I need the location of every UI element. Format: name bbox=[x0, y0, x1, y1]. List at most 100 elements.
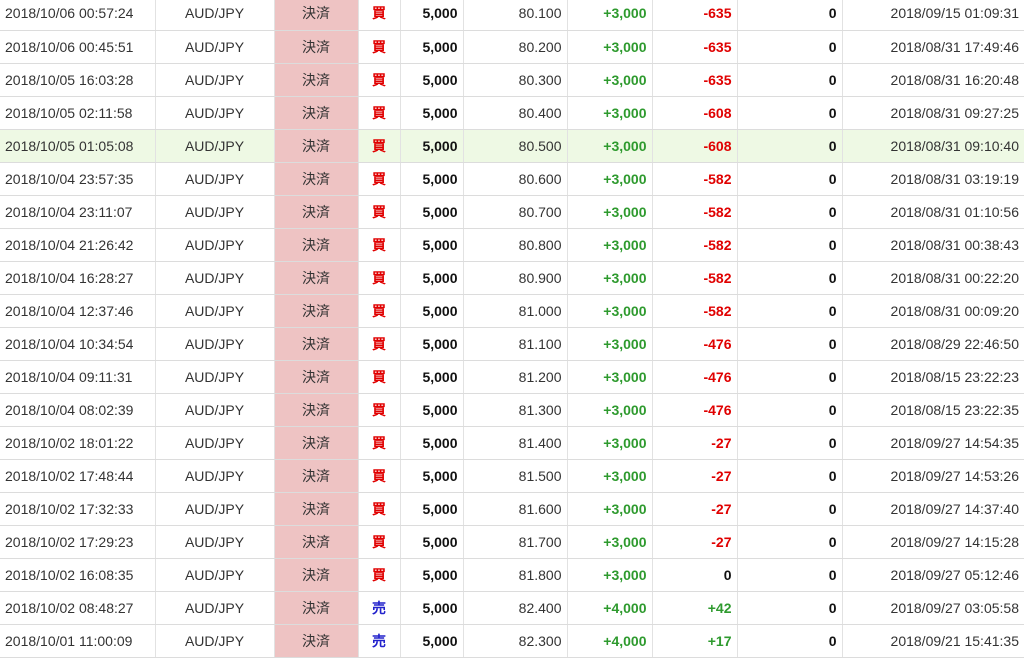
swap-cell: 0 bbox=[737, 0, 843, 31]
price-cell: 81.300 bbox=[463, 393, 568, 427]
quantity-cell: 5,000 bbox=[400, 360, 464, 394]
open-time-cell: 2018/08/31 00:38:43 bbox=[842, 228, 1024, 262]
swap-cell: 0 bbox=[737, 459, 843, 493]
table-row[interactable]: 2018/10/06 00:57:24 AUD/JPY 決済買 5,000 80.100… bbox=[0, 0, 1024, 31]
price-cell: 81.200 bbox=[463, 360, 568, 394]
table-row[interactable]: 2018/10/05 16:03:28 AUD/JPY 決済買 5,000 80.300… bbox=[0, 63, 1024, 97]
buy-sell-cell: 買 bbox=[358, 261, 401, 295]
table-row[interactable]: 2018/10/02 17:48:44 AUD/JPY 決済買 5,000 81.500… bbox=[0, 459, 1024, 493]
trade-type-cell: 決済 bbox=[274, 591, 359, 625]
table-row[interactable]: 2018/10/02 17:32:33 AUD/JPY 決済買 5,000 81.600… bbox=[0, 492, 1024, 526]
settlement-time-cell: 2018/10/05 16:03:28 bbox=[0, 63, 156, 97]
settlement-time-cell: 2018/10/04 08:02:39 bbox=[0, 393, 156, 427]
open-time-cell: 2018/09/27 14:15:28 bbox=[842, 525, 1024, 559]
swap-cell: 0 bbox=[737, 624, 843, 658]
quantity-cell: 5,000 bbox=[400, 195, 464, 229]
open-time-cell: 2018/09/21 15:41:35 bbox=[842, 624, 1024, 658]
table-row[interactable]: 2018/10/05 02:11:58 AUD/JPY 決済買 5,000 80.400… bbox=[0, 96, 1024, 130]
currency-pair-cell: AUD/JPY bbox=[155, 426, 275, 460]
table-row[interactable]: 2018/10/02 08:48:27 AUD/JPY 決済売 5,000 82.400… bbox=[0, 591, 1024, 625]
settlement-time-cell: 2018/10/04 23:11:07 bbox=[0, 195, 156, 229]
swap-cell: 0 bbox=[737, 393, 843, 427]
price-cell: 81.400 bbox=[463, 426, 568, 460]
currency-pair-cell: AUD/JPY bbox=[155, 0, 275, 31]
profit-loss-cell: +17 bbox=[652, 624, 738, 658]
pips-cell: +3,000 bbox=[567, 261, 653, 295]
table-row[interactable]: 2018/10/04 08:02:39 AUD/JPY 決済買 5,000 81.300… bbox=[0, 393, 1024, 427]
settlement-time-cell: 2018/10/04 21:26:42 bbox=[0, 228, 156, 262]
pips-cell: +3,000 bbox=[567, 558, 653, 592]
trade-history-table: 2018/10/06 00:57:24 AUD/JPY 決済買 5,000 80.100… bbox=[0, 0, 1024, 658]
open-time-cell: 2018/08/31 00:09:20 bbox=[842, 294, 1024, 328]
buy-sell-cell: 買 bbox=[358, 96, 401, 130]
currency-pair-cell: AUD/JPY bbox=[155, 129, 275, 163]
price-cell: 81.600 bbox=[463, 492, 568, 526]
price-cell: 80.500 bbox=[463, 129, 568, 163]
swap-cell: 0 bbox=[737, 63, 843, 97]
trade-type-cell: 決済 bbox=[274, 426, 359, 460]
profit-loss-cell: -27 bbox=[652, 492, 738, 526]
trade-type-cell: 決済 bbox=[274, 459, 359, 493]
buy-sell-cell: 買 bbox=[358, 492, 401, 526]
buy-sell-cell: 買 bbox=[358, 195, 401, 229]
trade-type-cell: 決済 bbox=[274, 96, 359, 130]
pips-cell: +3,000 bbox=[567, 162, 653, 196]
table-row[interactable]: 2018/10/04 23:11:07 AUD/JPY 決済買 5,000 80.700… bbox=[0, 195, 1024, 229]
table-row[interactable]: 2018/10/04 16:28:27 AUD/JPY 決済買 5,000 80.900… bbox=[0, 261, 1024, 295]
quantity-cell: 5,000 bbox=[400, 591, 464, 625]
table-row[interactable]: 2018/10/04 10:34:54 AUD/JPY 決済買 5,000 81.100… bbox=[0, 327, 1024, 361]
table-row[interactable]: 2018/10/02 16:08:35 AUD/JPY 決済買 5,000 81.800… bbox=[0, 558, 1024, 592]
pips-cell: +3,000 bbox=[567, 195, 653, 229]
pips-cell: +4,000 bbox=[567, 624, 653, 658]
currency-pair-cell: AUD/JPY bbox=[155, 327, 275, 361]
buy-sell-cell: 買 bbox=[358, 459, 401, 493]
buy-sell-cell: 買 bbox=[358, 558, 401, 592]
open-time-cell: 2018/08/29 22:46:50 bbox=[842, 327, 1024, 361]
trade-type-cell: 決済 bbox=[274, 558, 359, 592]
table-row[interactable]: 2018/10/04 12:37:46 AUD/JPY 決済買 5,000 81.000… bbox=[0, 294, 1024, 328]
swap-cell: 0 bbox=[737, 228, 843, 262]
pips-cell: +3,000 bbox=[567, 459, 653, 493]
quantity-cell: 5,000 bbox=[400, 558, 464, 592]
profit-loss-cell: -635 bbox=[652, 63, 738, 97]
swap-cell: 0 bbox=[737, 558, 843, 592]
open-time-cell: 2018/08/31 03:19:19 bbox=[842, 162, 1024, 196]
buy-sell-cell: 買 bbox=[358, 327, 401, 361]
profit-loss-cell: 0 bbox=[652, 558, 738, 592]
profit-loss-cell: -27 bbox=[652, 426, 738, 460]
trade-type-cell: 決済 bbox=[274, 228, 359, 262]
settlement-time-cell: 2018/10/04 10:34:54 bbox=[0, 327, 156, 361]
open-time-cell: 2018/09/27 14:53:26 bbox=[842, 459, 1024, 493]
table-row[interactable]: 2018/10/02 18:01:22 AUD/JPY 決済買 5,000 81.400… bbox=[0, 426, 1024, 460]
buy-sell-cell: 買 bbox=[358, 63, 401, 97]
table-row[interactable]: 2018/10/06 00:45:51 AUD/JPY 決済買 5,000 80.200… bbox=[0, 30, 1024, 64]
profit-loss-cell: -608 bbox=[652, 96, 738, 130]
pips-cell: +3,000 bbox=[567, 327, 653, 361]
profit-loss-cell: -582 bbox=[652, 228, 738, 262]
currency-pair-cell: AUD/JPY bbox=[155, 228, 275, 262]
trade-type-cell: 決済 bbox=[274, 162, 359, 196]
table-row[interactable]: 2018/10/04 21:26:42 AUD/JPY 決済買 5,000 80.800… bbox=[0, 228, 1024, 262]
trade-type-cell: 決済 bbox=[274, 294, 359, 328]
trade-type-cell: 決済 bbox=[274, 624, 359, 658]
swap-cell: 0 bbox=[737, 591, 843, 625]
table-row[interactable]: 2018/10/05 01:05:08 AUD/JPY 決済買 5,000 80.500… bbox=[0, 129, 1024, 163]
currency-pair-cell: AUD/JPY bbox=[155, 525, 275, 559]
pips-cell: +3,000 bbox=[567, 30, 653, 64]
swap-cell: 0 bbox=[737, 360, 843, 394]
open-time-cell: 2018/08/31 17:49:46 bbox=[842, 30, 1024, 64]
quantity-cell: 5,000 bbox=[400, 294, 464, 328]
price-cell: 80.900 bbox=[463, 261, 568, 295]
quantity-cell: 5,000 bbox=[400, 162, 464, 196]
price-cell: 82.400 bbox=[463, 591, 568, 625]
table-row[interactable]: 2018/10/04 09:11:31 AUD/JPY 決済買 5,000 81.200… bbox=[0, 360, 1024, 394]
table-row[interactable]: 2018/10/02 17:29:23 AUD/JPY 決済買 5,000 81.700… bbox=[0, 525, 1024, 559]
trade-type-cell: 決済 bbox=[274, 261, 359, 295]
swap-cell: 0 bbox=[737, 426, 843, 460]
table-row[interactable]: 2018/10/04 23:57:35 AUD/JPY 決済買 5,000 80.600… bbox=[0, 162, 1024, 196]
settlement-time-cell: 2018/10/06 00:57:24 bbox=[0, 0, 156, 31]
settlement-time-cell: 2018/10/04 16:28:27 bbox=[0, 261, 156, 295]
table-row[interactable]: 2018/10/01 11:00:09 AUD/JPY 決済売 5,000 82.300… bbox=[0, 624, 1024, 658]
currency-pair-cell: AUD/JPY bbox=[155, 30, 275, 64]
swap-cell: 0 bbox=[737, 30, 843, 64]
